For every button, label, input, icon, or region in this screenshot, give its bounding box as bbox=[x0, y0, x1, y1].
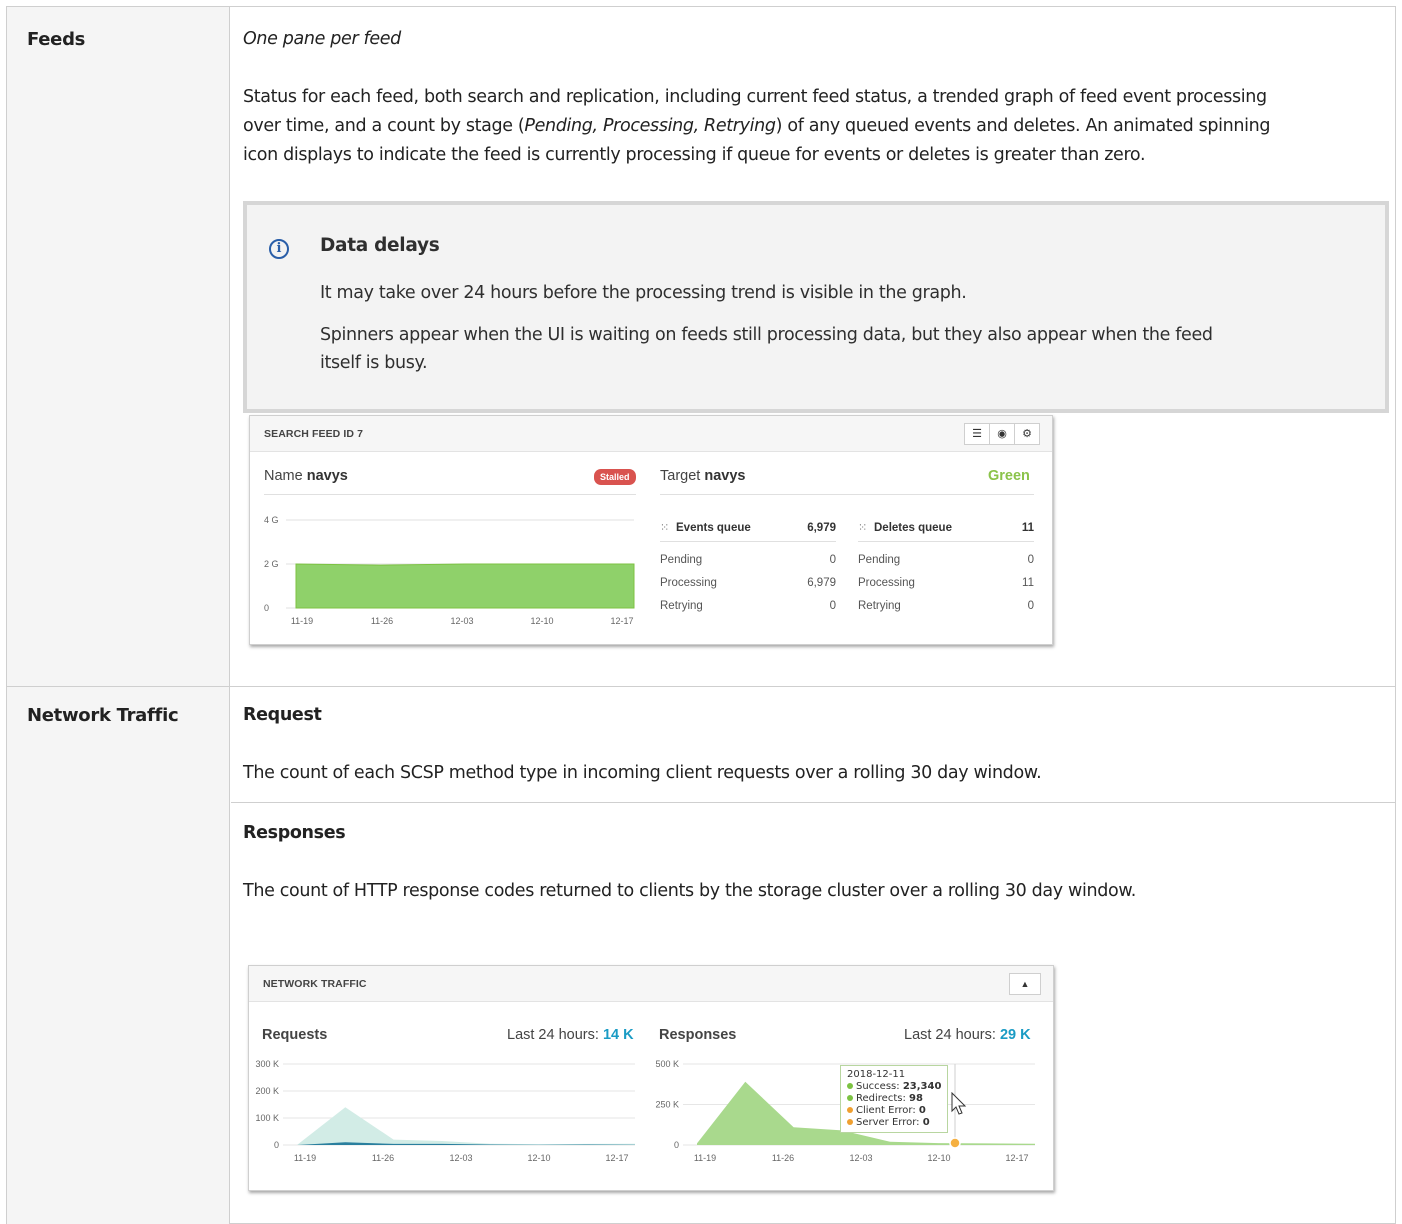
network-label-cell: Network Traffic bbox=[7, 687, 230, 1224]
panel-title: NETWORK TRAFFIC bbox=[263, 978, 367, 990]
network-traffic-panel: NETWORK TRAFFIC ▲ Requests Last 24 hours… bbox=[248, 965, 1054, 1191]
feeds-desc-line-1: Status for each feed, both search and re… bbox=[243, 87, 1267, 107]
x-tick-label: 12-10 bbox=[927, 1153, 950, 1163]
x-tick-label: 12-17 bbox=[610, 616, 633, 626]
network-traffic-row: Network Traffic Request The count of eac… bbox=[7, 687, 1395, 1224]
x-tick-label: 11-26 bbox=[772, 1153, 794, 1163]
x-tick-label: 11-26 bbox=[371, 616, 393, 626]
tooltip-redirects: Redirects: 98 bbox=[847, 1093, 941, 1105]
panel-header: SEARCH FEED ID 7 ☰ ◉ ⚙ bbox=[250, 416, 1052, 452]
y-tick-label: 200 K bbox=[255, 1086, 279, 1096]
search-feed-panel: SEARCH FEED ID 7 ☰ ◉ ⚙ Name navys Stalle… bbox=[249, 415, 1053, 645]
requests-light-series bbox=[297, 1107, 635, 1145]
requests-title: Requests bbox=[262, 1027, 328, 1043]
note-paragraph-2: Spinners appear when the UI is waiting o… bbox=[320, 325, 1213, 373]
x-tick-label: 12-03 bbox=[450, 616, 473, 626]
mouse-cursor-icon bbox=[951, 1092, 967, 1115]
x-tick-label: 12-17 bbox=[605, 1153, 628, 1163]
note-title: Data delays bbox=[320, 235, 440, 256]
info-icon: i bbox=[269, 239, 289, 259]
tooltip-server-error: Server Error: 0 bbox=[847, 1117, 941, 1129]
feed-name: Name navys bbox=[264, 468, 348, 484]
network-content-cell: Request The count of each SCSP method ty… bbox=[231, 687, 1395, 1224]
deletes-pending-value: 0 bbox=[1027, 554, 1034, 566]
y-tick-label: 500 K bbox=[655, 1059, 679, 1069]
deletes-processing-label: Processing bbox=[858, 577, 915, 589]
area-chart-icon[interactable]: ▲ bbox=[1009, 973, 1041, 995]
y-tick-label: 0 bbox=[674, 1140, 679, 1150]
panel-header: NETWORK TRAFFIC ▲ bbox=[249, 966, 1053, 1002]
y-tick-label: 0 bbox=[274, 1140, 279, 1150]
events-queue-label: Events queue bbox=[676, 522, 751, 534]
events-processing-value: 6,979 bbox=[807, 577, 836, 589]
y-tick-label: 4 G bbox=[264, 515, 279, 525]
feeds-desc-line-3: icon displays to indicate the feed is cu… bbox=[243, 145, 1146, 165]
gear-icon[interactable]: ⚙ bbox=[1014, 423, 1040, 445]
x-tick-label: 11-19 bbox=[694, 1153, 716, 1163]
deletes-processing-value: 11 bbox=[1022, 577, 1034, 589]
y-tick-label: 0 bbox=[264, 603, 269, 613]
tooltip-date: 2018-12-11 bbox=[847, 1069, 906, 1080]
x-tick-label: 11-19 bbox=[291, 616, 313, 626]
x-tick-label: 12-03 bbox=[849, 1153, 872, 1163]
x-tick-label: 12-03 bbox=[449, 1153, 472, 1163]
deletes-pending-label: Pending bbox=[858, 554, 901, 566]
note-paragraph-1: It may take over 24 hours before the pro… bbox=[320, 283, 967, 303]
events-pending-label: Pending bbox=[660, 554, 703, 566]
spinner-icon: ⁙ bbox=[858, 522, 868, 534]
x-tick-label: 12-10 bbox=[527, 1153, 550, 1163]
x-tick-label: 12-17 bbox=[1005, 1153, 1028, 1163]
deletes-queue-label: Deletes queue bbox=[874, 522, 952, 534]
events-processing-label: Processing bbox=[660, 577, 717, 589]
events-retrying-value: 0 bbox=[829, 600, 836, 612]
tooltip-success: Success: 23,340 bbox=[847, 1081, 941, 1093]
y-tick-label: 250 K bbox=[655, 1100, 679, 1110]
x-tick-label: 11-26 bbox=[372, 1153, 394, 1163]
deletes-retrying-value: 0 bbox=[1027, 600, 1034, 612]
target-health: Green bbox=[988, 468, 1030, 484]
info-note: i Data delays It may take over 24 hours … bbox=[243, 201, 1389, 413]
y-tick-label: 300 K bbox=[255, 1059, 279, 1069]
feeds-row: Feeds One pane per feed Status for each … bbox=[7, 7, 1395, 687]
chart-tooltip: 2018-12-11 Success: 23,340 Redirects: 98… bbox=[840, 1065, 949, 1133]
list-icon[interactable]: ☰ bbox=[964, 423, 990, 445]
feeds-content-cell: One pane per feed Status for each feed, … bbox=[231, 7, 1395, 686]
request-desc: The count of each SCSP method type in in… bbox=[243, 763, 1042, 783]
y-tick-label: 100 K bbox=[255, 1113, 279, 1123]
x-tick-label: 11-19 bbox=[294, 1153, 316, 1163]
feeds-label-cell: Feeds bbox=[7, 7, 230, 686]
responses-desc: The count of HTTP response codes returne… bbox=[243, 881, 1136, 901]
deletes-queue-total: 11 bbox=[1021, 522, 1034, 534]
panel-toolbar: ☰ ◉ ⚙ bbox=[964, 423, 1040, 445]
area-series bbox=[295, 563, 635, 609]
deletes-retrying-label: Retrying bbox=[858, 600, 901, 612]
responses-last-24h: Last 24 hours: 29 K bbox=[904, 1027, 1031, 1043]
hover-marker bbox=[949, 1137, 961, 1149]
status-badge: Stalled bbox=[594, 469, 636, 485]
events-queue-total: 6,979 bbox=[807, 522, 836, 534]
request-title: Request bbox=[243, 705, 322, 725]
events-pending-value: 0 bbox=[829, 554, 836, 566]
feeds-subtitle: One pane per feed bbox=[243, 29, 401, 49]
x-tick-label: 12-10 bbox=[530, 616, 553, 626]
feed-processing-chart: 4 G 2 G 0 11-19 11-26 12-03 12-10 12-17 bbox=[264, 515, 635, 626]
responses-title: Responses bbox=[659, 1027, 737, 1043]
events-retrying-label: Retrying bbox=[660, 600, 703, 612]
network-traffic-label: Network Traffic bbox=[27, 705, 179, 726]
feed-target: Target navys bbox=[660, 468, 746, 484]
requests-chart: 300 K 200 K 100 K 0 11-19 11-26 12-03 12-10 12-1… bbox=[255, 1059, 635, 1163]
responses-title: Responses bbox=[243, 823, 346, 843]
panel-title: SEARCH FEED ID 7 bbox=[264, 428, 364, 440]
spinner-icon: ⁙ bbox=[660, 522, 670, 534]
requests-last-24h: Last 24 hours: 14 K bbox=[507, 1027, 634, 1043]
y-tick-label: 2 G bbox=[264, 559, 279, 569]
documentation-table: Feeds One pane per feed Status for each … bbox=[6, 6, 1396, 1224]
feeds-desc-line-2: over time, and a count by stage (Pending… bbox=[243, 116, 1271, 136]
tooltip-client-error: Client Error: 0 bbox=[847, 1105, 941, 1117]
feeds-label: Feeds bbox=[27, 29, 86, 50]
dashboard-icon[interactable]: ◉ bbox=[989, 423, 1015, 445]
